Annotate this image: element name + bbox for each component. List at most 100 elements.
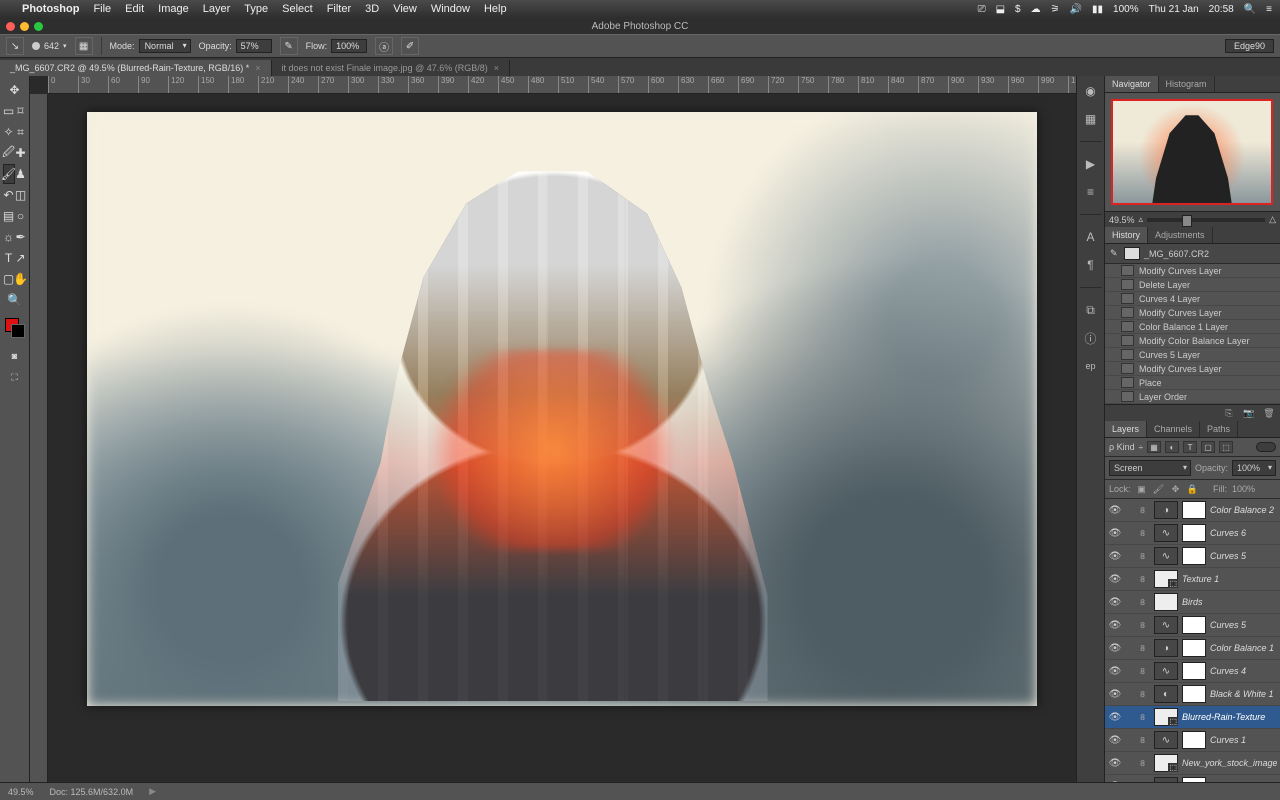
history-snapshot[interactable]: ✎ _MG_6607.CR2 (1105, 244, 1280, 264)
cloud-icon[interactable]: ☁ (1031, 4, 1041, 15)
traffic-close[interactable] (6, 22, 15, 31)
ruler-vertical[interactable] (30, 94, 48, 782)
menu-extras-icon[interactable]: ≡ (1266, 4, 1272, 15)
zoom-out-icon[interactable]: ▵ (1139, 214, 1144, 225)
status-zoom[interactable]: 49.5% (8, 787, 34, 797)
history-item[interactable]: Modify Color Balance Layer (1105, 334, 1280, 348)
layer-row[interactable]: 👁𝟠∿Curves 4 (1105, 660, 1280, 683)
doc-tab-2[interactable]: it does not exist Finale image.jpg @ 47.… (272, 60, 511, 76)
zoom-in-icon[interactable]: △ (1269, 214, 1276, 225)
ruler-horizontal[interactable]: 0306090120150180210240270300330360390420… (48, 76, 1076, 94)
visibility-icon[interactable]: 👁 (1108, 574, 1122, 585)
screenshare-icon[interactable]: ⎚ (978, 4, 986, 15)
visibility-icon[interactable]: 👁 (1108, 620, 1122, 631)
filter-pixel-icon[interactable]: ▦ (1147, 441, 1161, 453)
layer-row[interactable]: 👁𝟠⬚Blurred-Rain-Texture (1105, 706, 1280, 729)
history-item[interactable]: Modify Curves Layer (1105, 362, 1280, 376)
layer-name[interactable]: Black & White 1 (1210, 689, 1277, 699)
color-swatches[interactable] (5, 318, 25, 338)
type-tool[interactable]: T (3, 248, 15, 268)
dock-info-icon[interactable]: ⓘ (1081, 329, 1101, 347)
visibility-icon[interactable]: 👁 (1108, 551, 1122, 562)
close-icon[interactable]: × (255, 63, 260, 73)
dollar-icon[interactable]: $ (1015, 4, 1021, 15)
menu-type[interactable]: Type (244, 3, 268, 15)
eyedropper-tool[interactable]: 🖉 (3, 143, 15, 163)
menu-select[interactable]: Select (282, 3, 313, 15)
layer-row[interactable]: 👁𝟠◐Black & White 1 (1105, 683, 1280, 706)
histogram-tab[interactable]: Histogram (1159, 76, 1215, 92)
spotlight-icon[interactable]: 🔍 (1244, 4, 1256, 15)
navigator-tab[interactable]: Navigator (1105, 76, 1159, 92)
adjustments-tab[interactable]: Adjustments (1148, 227, 1213, 243)
navigator-thumbnail[interactable] (1111, 99, 1273, 205)
history-newdoc-icon[interactable]: ⎘ (1222, 407, 1236, 419)
volume-icon[interactable]: 🔊 (1070, 4, 1082, 15)
stamp-tool[interactable]: ♟ (15, 164, 27, 184)
filter-adj-icon[interactable]: ◐ (1165, 441, 1179, 453)
link-icon[interactable]: 𝟠 (1140, 621, 1150, 630)
dock-swatches-icon[interactable]: ▦ (1081, 110, 1101, 128)
history-item[interactable]: Modify Curves Layer (1105, 306, 1280, 320)
paths-tab[interactable]: Paths (1200, 421, 1238, 437)
layer-row[interactable]: 👁𝟠⬚New_york_stock_image (1105, 752, 1280, 775)
lock-all-icon[interactable]: 🔒 (1187, 483, 1199, 495)
link-icon[interactable]: 𝟠 (1140, 529, 1150, 538)
menu-help[interactable]: Help (484, 3, 507, 15)
pressure-opacity-icon[interactable]: ✎ (280, 37, 298, 55)
battery-icon[interactable]: ▮▮ (1092, 4, 1103, 15)
dodge-tool[interactable]: ☼ (3, 227, 15, 247)
blend-mode-dropdown[interactable]: Normal (139, 39, 191, 53)
brush-picker[interactable]: 642▾ (32, 41, 67, 51)
screenmode-tool[interactable]: ⛶ (3, 367, 27, 387)
status-doc[interactable]: Doc: 125.6M/632.0M (50, 787, 134, 797)
visibility-icon[interactable]: 👁 (1108, 758, 1122, 769)
history-brush-tool[interactable]: ↶ (3, 185, 15, 205)
dock-play-icon[interactable]: ▶ (1081, 155, 1101, 173)
history-tab[interactable]: History (1105, 227, 1148, 243)
filter-shape-icon[interactable]: ▢ (1201, 441, 1215, 453)
opacity-input[interactable]: 57% (236, 39, 272, 53)
layers-tab[interactable]: Layers (1105, 421, 1147, 437)
channels-tab[interactable]: Channels (1147, 421, 1200, 437)
marquee-tool[interactable]: ▭ (3, 101, 15, 121)
link-icon[interactable]: 𝟠 (1140, 506, 1150, 515)
dock-brushes-icon[interactable]: ≡ (1081, 183, 1101, 201)
move-tool[interactable]: ✥ (3, 80, 27, 100)
pressure-size-icon[interactable]: ✐ (401, 37, 419, 55)
visibility-icon[interactable]: 👁 (1108, 528, 1122, 539)
navigator-zoom-slider[interactable] (1147, 218, 1265, 222)
canvas[interactable] (87, 112, 1037, 706)
menu-file[interactable]: File (93, 3, 111, 15)
visibility-icon[interactable]: 👁 (1108, 781, 1122, 783)
layer-name[interactable]: New_york_stock_image (1182, 758, 1277, 768)
history-trash-icon[interactable]: 🗑 (1262, 407, 1276, 419)
link-icon[interactable]: 𝟠 (1140, 759, 1150, 768)
visibility-icon[interactable]: 👁 (1108, 689, 1122, 700)
layer-name[interactable]: Curves 4 (1210, 666, 1277, 676)
layer-name[interactable]: Curves 6 (1210, 528, 1277, 538)
filter-type-icon[interactable]: T (1183, 441, 1197, 453)
lock-transparency-icon[interactable]: ▣ (1136, 483, 1148, 495)
filter-toggle[interactable] (1256, 442, 1276, 452)
pen-tool[interactable]: ✒ (15, 227, 27, 247)
history-item[interactable]: Delete Layer (1105, 278, 1280, 292)
close-icon[interactable]: × (494, 63, 499, 73)
layer-name[interactable]: Color Balance 2 (1210, 505, 1277, 515)
lock-position-icon[interactable]: ✥ (1170, 483, 1182, 495)
menu-window[interactable]: Window (431, 3, 470, 15)
layer-name[interactable]: Color Balance 1 (1210, 643, 1277, 653)
history-item[interactable]: Layer Order (1105, 390, 1280, 404)
visibility-icon[interactable]: 👁 (1108, 666, 1122, 677)
crop-tool[interactable]: ⌗ (15, 122, 27, 142)
lock-pixels-icon[interactable]: 🖌 (1153, 483, 1165, 495)
link-icon[interactable]: 𝟠 (1140, 690, 1150, 699)
zoom-tool[interactable]: 🔍 (3, 290, 27, 310)
layer-row[interactable]: 👁𝟠∿Curves 2 (1105, 775, 1280, 782)
history-item[interactable]: Color Balance 1 Layer (1105, 320, 1280, 334)
link-icon[interactable]: 𝟠 (1140, 575, 1150, 584)
visibility-icon[interactable]: 👁 (1108, 597, 1122, 608)
airbrush-icon[interactable]: ⓐ (375, 37, 393, 55)
layer-name[interactable]: Blurred-Rain-Texture (1182, 712, 1277, 722)
history-snapshot-icon[interactable]: 📷 (1242, 407, 1256, 419)
